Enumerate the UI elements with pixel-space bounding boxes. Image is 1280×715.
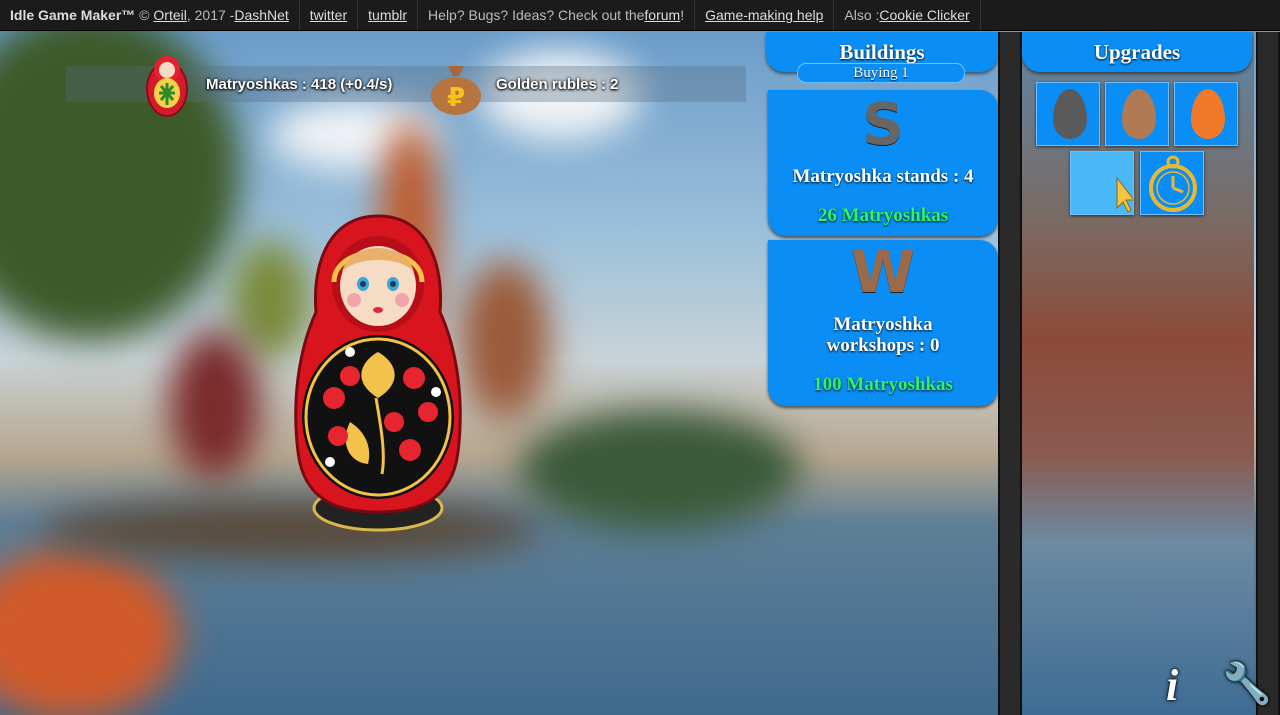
building-matryoshka-workshops[interactable]: W Matryoshka workshops : 0 100 Matryoshk… (768, 240, 998, 406)
upgrade-pocket-watch[interactable] (1140, 151, 1204, 215)
building-name-line2: workshops : 0 (826, 335, 940, 356)
upgrade-grey-egg[interactable] (1036, 82, 1100, 146)
game-help-segment: Game-making help (695, 0, 835, 30)
brown-egg-icon (1122, 89, 1156, 139)
forum-link[interactable]: forum (644, 7, 680, 23)
pocket-watch-icon (1149, 155, 1197, 212)
dome-blur (460, 260, 550, 420)
flowers-blur (0, 550, 180, 715)
settings-wrench-icon[interactable]: 🔧 (1222, 660, 1272, 707)
help-end: ! (680, 7, 685, 23)
trees-blur (520, 410, 800, 530)
building-letter-icon: W (851, 238, 915, 306)
grey-egg-icon (1053, 89, 1087, 139)
cookie-clicker-link[interactable]: Cookie Clicker (879, 7, 969, 23)
also-segment: Also : Cookie Clicker (834, 0, 981, 30)
orange-egg-icon (1191, 89, 1225, 139)
top-bar: Idle Game Maker™ © Orteil, 2017 - DashNe… (0, 0, 1280, 31)
twitter-segment: twitter (300, 0, 359, 30)
building-name: Matryoshka stands : 4 (792, 166, 974, 187)
panel-divider (998, 32, 1022, 715)
year-text: , 2017 - (186, 7, 235, 23)
brand: Idle Game Maker™ (10, 7, 136, 23)
building-name-line1: Matryoshka (833, 314, 933, 335)
help-segment: Help? Bugs? Ideas? Check out the forum! (418, 0, 696, 30)
dashnet-link[interactable]: DashNet (234, 7, 288, 23)
twitter-link[interactable]: twitter (310, 7, 347, 23)
help-text: Help? Bugs? Ideas? Check out the (428, 7, 645, 23)
matryoshka-clicker[interactable] (290, 212, 465, 534)
matryoshkas-counter: Matryoshkas : 418 (+0.4/s) (206, 75, 393, 93)
building-matryoshka-stands[interactable]: S Matryoshka stands : 4 26 Matryoshkas (768, 90, 998, 236)
copyright-symbol: © (139, 7, 150, 23)
matryoshka-small-icon (146, 56, 188, 117)
upgrade-cursor[interactable] (1070, 151, 1136, 215)
credits: Idle Game Maker™ © Orteil, 2017 - DashNe… (0, 0, 300, 30)
upgrade-orange-egg[interactable] (1174, 82, 1238, 146)
golden-rubles-counter: Golden rubles : 2 (496, 75, 619, 93)
author-link[interactable]: Orteil (153, 7, 186, 23)
ruble-bag-icon: ₽ (431, 66, 481, 115)
panel-divider (1256, 32, 1280, 715)
svg-text:₽: ₽ (447, 83, 465, 113)
also-text: Also : (844, 7, 880, 23)
building-cost: 100 Matryoshkas (813, 374, 953, 395)
tower-blur (170, 330, 260, 480)
tumblr-link[interactable]: tumblr (368, 7, 407, 23)
tumblr-segment: tumblr (358, 0, 419, 30)
cursor-icon (1116, 176, 1136, 213)
game-making-help-link[interactable]: Game-making help (705, 7, 823, 23)
upgrade-brown-egg[interactable] (1105, 82, 1169, 146)
buying-amount-toggle[interactable]: Buying 1 (797, 63, 965, 83)
building-letter-icon: S (862, 90, 904, 158)
info-icon[interactable]: i (1166, 660, 1178, 711)
upgrades-title: Upgrades (1022, 32, 1252, 72)
building-cost: 26 Matryoshkas (817, 205, 949, 226)
